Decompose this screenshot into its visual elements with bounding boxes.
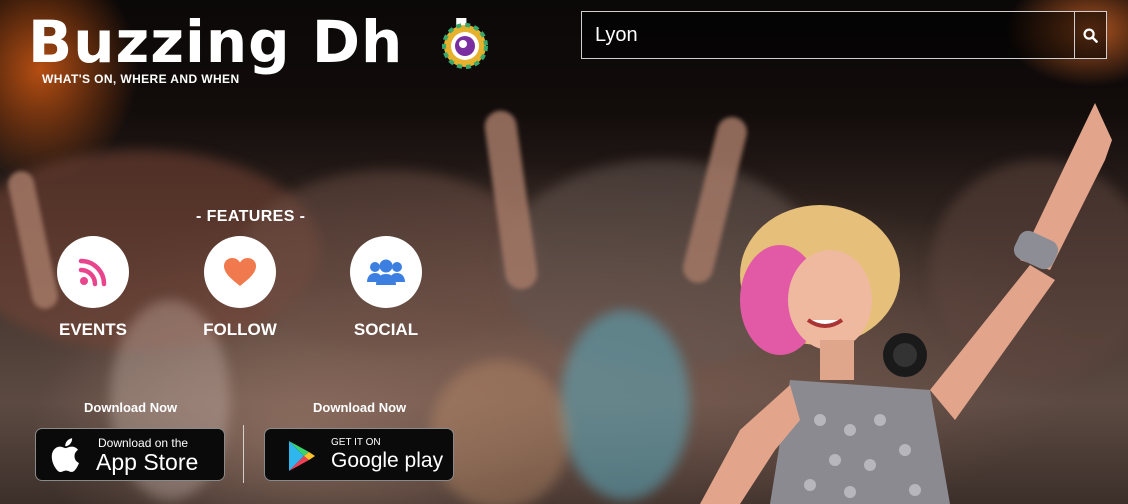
crowd-person: [560, 310, 690, 500]
logo-tagline: WHAT'S ON, WHERE AND WHEN: [42, 72, 240, 86]
store-divider: [243, 425, 244, 483]
search-button[interactable]: [1074, 12, 1106, 58]
dj-woman-image: [700, 103, 1112, 504]
google-play-big-text: Google play: [331, 449, 444, 472]
users-group-icon: [367, 259, 405, 285]
heart-icon: [224, 258, 256, 286]
search-input[interactable]: [582, 12, 1076, 58]
apple-icon: [51, 438, 79, 472]
features-heading: - FEATURES -: [196, 208, 306, 225]
app-store-big-text: App Store: [96, 449, 199, 475]
google-play-small-text: GET IT ON: [331, 437, 381, 448]
logo-wordmark: Buzzing Dhl: [28, 8, 471, 76]
feature-events[interactable]: EVENTS: [38, 236, 148, 340]
feature-events-circle: [57, 236, 129, 308]
dhol-drum-icon: [442, 23, 488, 69]
app-store-caption: Download Now: [84, 400, 178, 415]
brand-logo[interactable]: Buzzing Dhl WHAT'S ON, WHERE AND WHEN: [28, 10, 488, 90]
google-play-button[interactable]: GET IT ON Google play: [264, 428, 454, 481]
feature-social[interactable]: SOCIAL: [331, 236, 441, 340]
feature-follow-label: FOLLOW: [203, 320, 277, 339]
feature-follow[interactable]: FOLLOW: [185, 236, 295, 340]
search-icon: [1083, 27, 1098, 43]
feature-social-label: SOCIAL: [353, 320, 419, 339]
search-bar: [581, 11, 1107, 59]
rss-feed-icon: [78, 258, 107, 287]
google-play-caption: Download Now: [313, 400, 407, 415]
google-play-icon: [289, 441, 315, 471]
feature-follow-circle: [204, 236, 276, 308]
app-store-small-text: Download on the: [98, 436, 189, 450]
feature-events-label: EVENTS: [58, 320, 128, 339]
app-store-button[interactable]: Download on the App Store: [35, 428, 225, 481]
feature-social-circle: [350, 236, 422, 308]
